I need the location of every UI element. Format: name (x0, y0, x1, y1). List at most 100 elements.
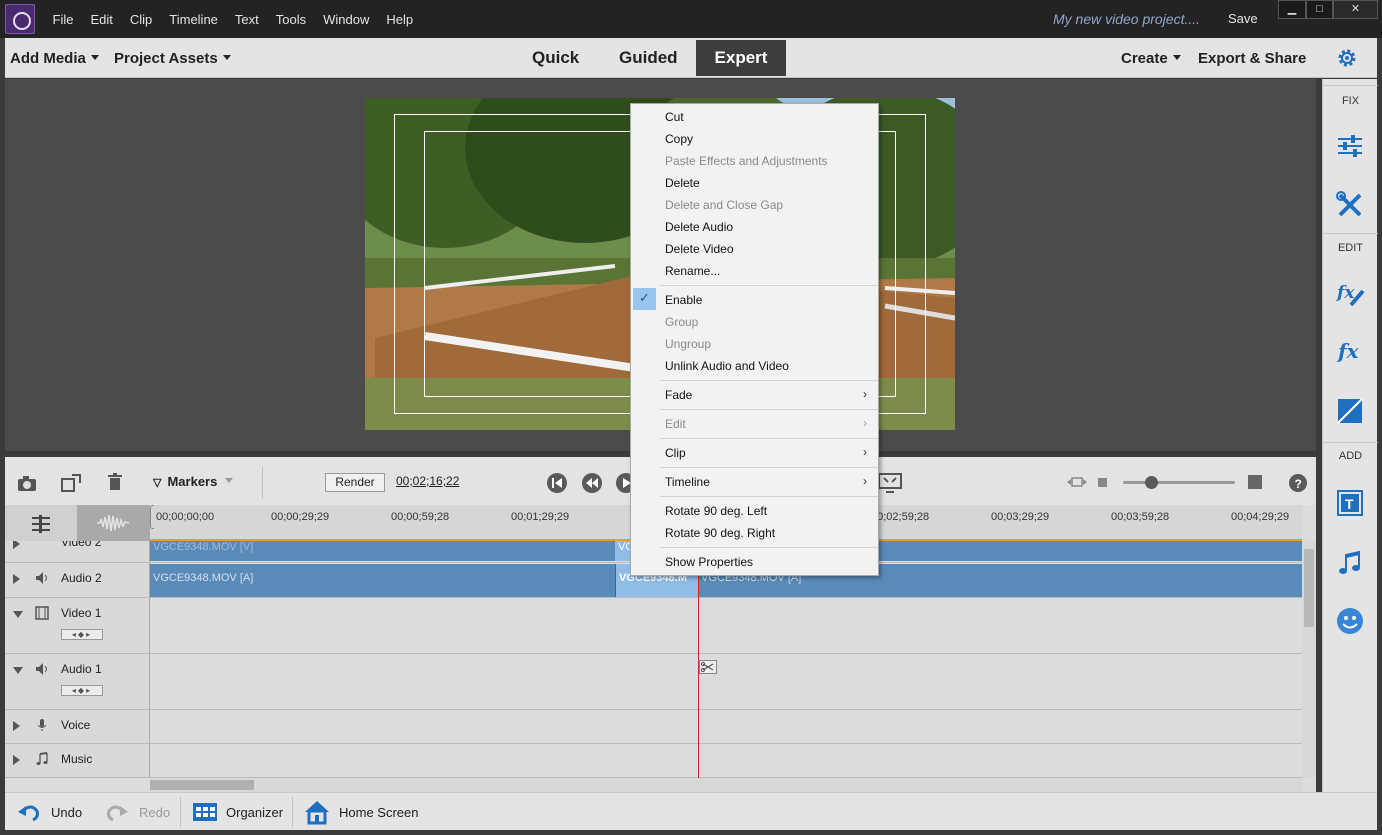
adjustments-icon[interactable] (1335, 131, 1365, 161)
menu-text[interactable]: Text (226, 12, 267, 27)
project-title[interactable]: My new video project.... (1053, 11, 1200, 27)
divider (180, 797, 181, 827)
tab-quick[interactable]: Quick (532, 48, 579, 68)
menu-tools[interactable]: Tools (267, 12, 314, 27)
zoom-fit-icon[interactable] (1067, 476, 1087, 488)
zoom-slider-thumb[interactable] (1145, 476, 1158, 489)
markers-button[interactable]: ▽ Markers (153, 474, 234, 489)
organizer-button[interactable]: Organizer (192, 793, 283, 831)
bottom-bar: Undo Redo Organizer Home Screen (5, 792, 1377, 830)
graphics-icon[interactable] (1335, 606, 1365, 636)
minimize-button[interactable]: ▁ (1278, 0, 1306, 19)
video-clip[interactable]: VGCE9348.MOV [V] (150, 541, 615, 561)
export-share-button[interactable]: Export & Share (1198, 50, 1306, 67)
menu-item-cut[interactable]: Cut (665, 110, 684, 124)
timeline-view-icon[interactable] (31, 515, 51, 533)
collapse-track-icon[interactable] (13, 611, 23, 618)
keyframe-controls[interactable]: ◂◆▸ (61, 685, 103, 696)
expand-track-icon[interactable] (13, 755, 20, 765)
menu-item-unlink[interactable]: Unlink Audio and Video (665, 359, 789, 373)
menu-item-rotate-right[interactable]: Rotate 90 deg. Right (665, 526, 775, 540)
menu-window[interactable]: Window (315, 12, 378, 27)
maximize-button[interactable]: □ (1306, 0, 1333, 19)
step-back-icon[interactable] (581, 472, 603, 494)
home-screen-label: Home Screen (339, 804, 419, 820)
chevron-down-icon (90, 55, 99, 60)
submenu-arrow-icon: › (863, 387, 867, 401)
render-button[interactable]: Render (325, 473, 385, 492)
horizontal-scrollbar[interactable] (150, 778, 1302, 792)
scrollbar-thumb[interactable] (150, 780, 254, 790)
expand-track-icon[interactable] (13, 541, 20, 549)
tab-guided[interactable]: Guided (619, 48, 678, 68)
zoom-out-icon[interactable] (1098, 478, 1107, 487)
app-logo[interactable] (5, 4, 35, 34)
add-media-button[interactable]: Add Media (10, 50, 99, 67)
menu-item-enable[interactable]: Enable (665, 293, 702, 307)
applied-effects-icon[interactable]: fx (1335, 278, 1365, 308)
microphone-icon (37, 719, 47, 731)
collapse-track-icon[interactable] (13, 667, 23, 674)
vertical-scrollbar[interactable] (1302, 541, 1316, 778)
project-assets-button[interactable]: Project Assets (114, 50, 231, 67)
submenu-arrow-icon: › (863, 445, 867, 459)
menu-item-delete[interactable]: Delete (665, 176, 700, 190)
zoom-in-icon[interactable] (1248, 475, 1262, 489)
divider (1323, 233, 1378, 234)
menu-clip[interactable]: Clip (121, 12, 160, 27)
menu-edit[interactable]: Edit (82, 12, 121, 27)
resize-icon[interactable] (60, 473, 82, 493)
zoom-slider[interactable] (1123, 476, 1235, 489)
work-area-start[interactable] (150, 505, 154, 529)
effects-icon[interactable]: fx (1335, 336, 1365, 366)
audio-mixer-view-button[interactable] (77, 505, 150, 541)
ruler-tick: 00;03;29;29 (991, 511, 1050, 523)
ruler-tick: 00;00;59;28 (391, 511, 450, 523)
save-button[interactable]: Save (1228, 11, 1258, 26)
redo-button[interactable]: Redo (105, 793, 170, 831)
menu-file[interactable]: File (44, 12, 82, 27)
menu-item-rename[interactable]: Rename... (665, 264, 720, 278)
menu-item-timeline[interactable]: Timeline (665, 475, 710, 489)
menu-item-show-properties[interactable]: Show Properties (665, 555, 753, 569)
tab-expert[interactable]: Expert (696, 40, 786, 76)
home-screen-button[interactable]: Home Screen (304, 793, 418, 831)
transitions-icon[interactable] (1335, 396, 1365, 426)
menu-item-rotate-left[interactable]: Rotate 90 deg. Left (665, 504, 767, 518)
chevron-down-icon (1172, 55, 1181, 60)
audio-clip[interactable]: VGCE9348.MOV [A] (150, 564, 615, 597)
menu-item-group[interactable]: Group (665, 315, 698, 329)
menu-item-delete-video[interactable]: Delete Video (665, 242, 734, 256)
tools-icon[interactable] (1335, 190, 1365, 220)
music-icon[interactable] (1335, 548, 1365, 578)
menu-item-copy[interactable]: Copy (665, 132, 693, 146)
menu-item-clip[interactable]: Clip (665, 446, 686, 460)
help-icon[interactable]: ? (1288, 473, 1308, 493)
track-name: Video 2 (61, 541, 102, 549)
menu-item-delete-audio[interactable]: Delete Audio (665, 220, 733, 234)
trash-icon[interactable] (107, 473, 123, 491)
keyframe-controls[interactable]: ◂◆▸ (61, 629, 103, 640)
menu-help[interactable]: Help (378, 12, 422, 27)
undo-button[interactable]: Undo (17, 793, 82, 831)
create-button[interactable]: Create (1121, 50, 1181, 67)
menu-item-paste-effects[interactable]: Paste Effects and Adjustments (665, 154, 828, 168)
scrollbar-thumb[interactable] (1304, 549, 1314, 627)
playhead[interactable] (698, 541, 699, 778)
menu-item-edit[interactable]: Edit (665, 417, 686, 431)
camera-icon[interactable] (17, 474, 39, 492)
speaker-icon (36, 663, 47, 675)
close-button[interactable]: ✕ (1333, 0, 1378, 19)
expand-track-icon[interactable] (13, 721, 20, 731)
timecode-display[interactable]: 00;02;16;22 (396, 474, 459, 488)
expand-track-icon[interactable] (13, 574, 20, 584)
menu-item-fade[interactable]: Fade (665, 388, 692, 402)
menu-item-delete-close-gap[interactable]: Delete and Close Gap (665, 198, 783, 212)
ruler-tick: 00;00;29;29 (271, 511, 330, 523)
menu-item-ungroup[interactable]: Ungroup (665, 337, 711, 351)
fullscreen-icon[interactable] (878, 472, 902, 494)
titles-icon[interactable]: T (1335, 488, 1365, 518)
gear-icon[interactable] (1336, 47, 1358, 69)
menu-timeline[interactable]: Timeline (161, 12, 227, 27)
go-to-start-icon[interactable] (546, 472, 568, 494)
